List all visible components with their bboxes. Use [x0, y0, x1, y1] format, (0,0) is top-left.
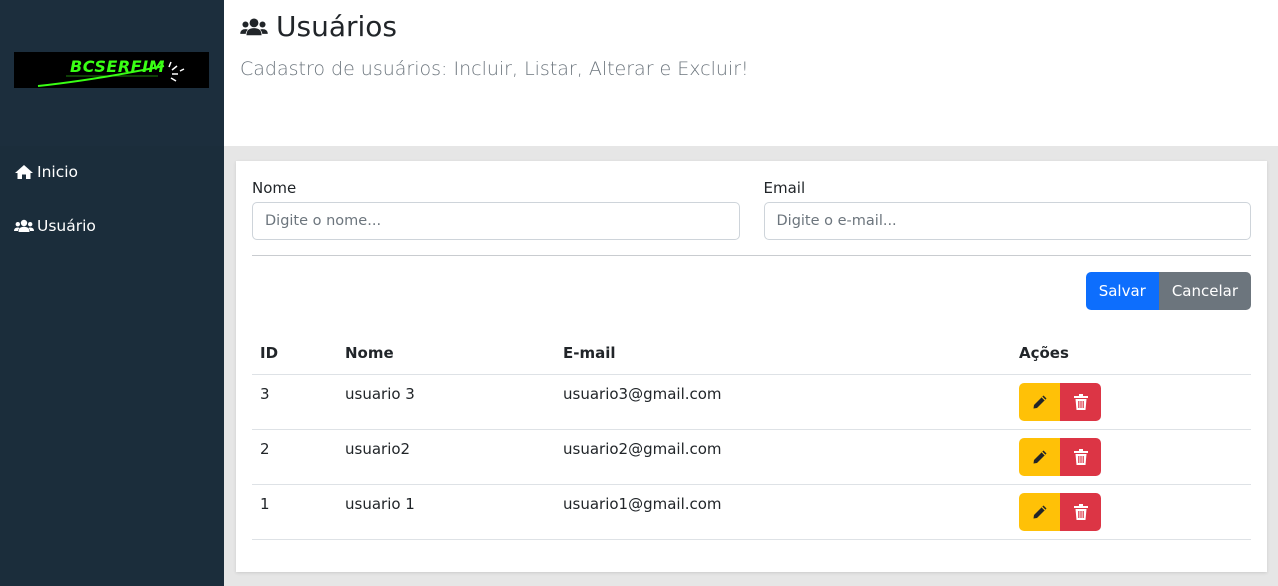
pencil-icon — [1033, 450, 1046, 463]
cell-nome: usuario 1 — [337, 484, 555, 540]
users-table: ID Nome E-mail Ações 3 usuario 3 usuario… — [252, 332, 1251, 540]
sidebar: BCSERFIM Inicio Usuário — [0, 0, 224, 586]
cell-actions — [1011, 374, 1251, 430]
header-nome: Nome — [337, 332, 555, 375]
users-icon — [14, 218, 34, 234]
trash-icon — [1073, 503, 1088, 520]
delete-button[interactable] — [1060, 437, 1101, 476]
delete-button[interactable] — [1060, 382, 1101, 421]
cell-actions — [1011, 484, 1251, 540]
sidebar-item-label: Usuário — [37, 216, 96, 235]
email-input[interactable] — [763, 202, 1251, 240]
cell-id: 3 — [252, 374, 337, 430]
users-icon — [240, 15, 268, 39]
table-header-row: ID Nome E-mail Ações — [252, 332, 1251, 375]
nome-input[interactable] — [252, 202, 740, 240]
sidebar-nav: Inicio Usuário — [0, 146, 224, 239]
header-email: E-mail — [555, 332, 1011, 375]
user-form: Nome Email — [252, 178, 1251, 240]
edit-button[interactable] — [1019, 492, 1060, 531]
trash-icon — [1073, 393, 1088, 410]
pencil-icon — [1033, 505, 1046, 518]
table-row: 1 usuario 1 usuario1@gmail.com — [252, 484, 1251, 540]
email-label: Email — [763, 179, 806, 197]
cell-email: usuario3@gmail.com — [555, 374, 1011, 430]
sidebar-item-usuario[interactable]: Usuário — [0, 212, 224, 239]
cancel-button[interactable]: Cancelar — [1158, 272, 1251, 310]
user-form-card: Nome Email Salvar Cancelar ID Nome E-mai… — [236, 161, 1267, 572]
delete-button[interactable] — [1060, 492, 1101, 531]
form-actions: Salvar Cancelar — [1085, 272, 1251, 310]
page-title: Usuários — [240, 10, 397, 43]
nome-label: Nome — [252, 179, 297, 197]
row-actions — [1019, 492, 1243, 531]
table-row: 2 usuario2 usuario2@gmail.com — [252, 429, 1251, 485]
row-actions — [1019, 382, 1243, 421]
cell-nome: usuario2 — [337, 429, 555, 485]
edit-button[interactable] — [1019, 382, 1060, 421]
cell-email: usuario2@gmail.com — [555, 429, 1011, 485]
page-title-text: Usuários — [276, 10, 397, 43]
cell-id: 1 — [252, 484, 337, 540]
trash-icon — [1073, 448, 1088, 465]
page-header: Usuários Cadastro de usuários: Incluir, … — [224, 0, 1278, 146]
cell-id: 2 — [252, 429, 337, 485]
email-group: Email — [763, 178, 1251, 240]
cell-email: usuario1@gmail.com — [555, 484, 1011, 540]
form-divider — [252, 255, 1251, 256]
table-row: 3 usuario 3 usuario3@gmail.com — [252, 374, 1251, 430]
header-acoes: Ações — [1011, 332, 1251, 375]
nome-group: Nome — [252, 178, 740, 240]
logo[interactable]: BCSERFIM — [14, 52, 209, 88]
edit-button[interactable] — [1019, 437, 1060, 476]
row-actions — [1019, 437, 1243, 476]
home-icon — [14, 164, 34, 180]
save-button[interactable]: Salvar — [1085, 272, 1159, 310]
sidebar-item-label: Inicio — [37, 162, 79, 181]
header-id: ID — [252, 332, 337, 375]
page-subtitle: Cadastro de usuários: Incluir, Listar, A… — [240, 58, 749, 80]
sidebar-brand: BCSERFIM — [0, 0, 224, 146]
cell-nome: usuario 3 — [337, 374, 555, 430]
logo-text: BCSERFIM — [70, 57, 165, 76]
pencil-icon — [1033, 395, 1046, 408]
sidebar-item-inicio[interactable]: Inicio — [0, 158, 224, 185]
cell-actions — [1011, 429, 1251, 485]
